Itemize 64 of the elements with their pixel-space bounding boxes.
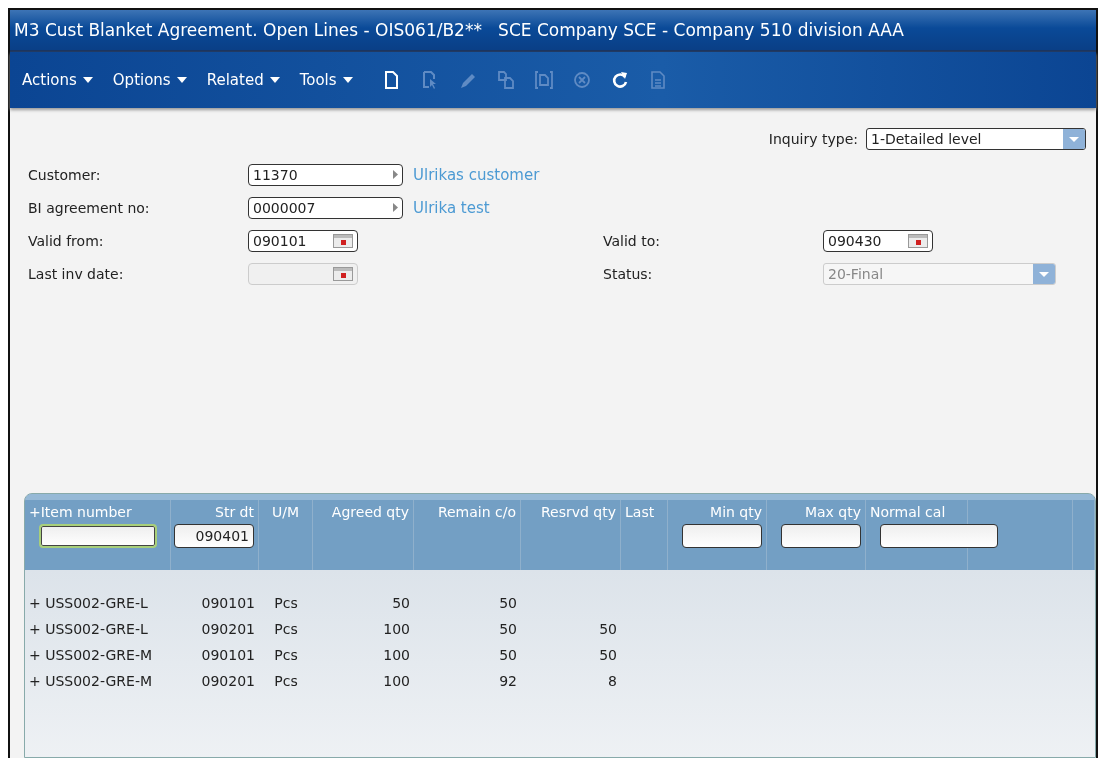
- table-cell: + USS002-GRE-L: [29, 621, 148, 637]
- table-cell: 100: [383, 621, 410, 637]
- menu-button[interactable]: Tools: [293, 67, 359, 93]
- table-cell: + USS002-GRE-M: [29, 673, 153, 689]
- table-cell: 100: [383, 673, 410, 689]
- menu-button[interactable]: Actions: [16, 67, 99, 93]
- input-field[interactable]: 11370: [248, 163, 403, 186]
- column-header[interactable]: Max qty: [804, 504, 861, 520]
- filter-field[interactable]: [682, 524, 762, 548]
- field-label: BI agreement no:: [28, 199, 151, 216]
- date-field[interactable]: 090430: [823, 229, 933, 252]
- table-cell: 50: [499, 647, 517, 663]
- table-cell: 090101: [201, 595, 255, 611]
- table-cell: 8: [608, 673, 617, 689]
- table-cell: 92: [499, 673, 517, 689]
- description-link[interactable]: Ulrikas customer: [413, 165, 540, 184]
- field-label: Valid to:: [603, 232, 661, 249]
- table-cell: Pcs: [274, 595, 298, 611]
- table-cell: 090101: [201, 647, 255, 663]
- table-cell: 50: [599, 621, 617, 637]
- triangle-icon: [393, 170, 398, 179]
- caret-icon: [176, 77, 187, 83]
- table-cell: 50: [599, 647, 617, 663]
- column-header[interactable]: +Item number: [29, 504, 132, 520]
- table-cell: 50: [499, 595, 517, 611]
- filter-field[interactable]: [781, 524, 861, 548]
- table-cell: + USS002-GRE-L: [29, 595, 148, 611]
- description-link[interactable]: Ulrika test: [413, 198, 490, 217]
- table-cell: Pcs: [274, 673, 298, 689]
- table-cell: 50: [499, 621, 517, 637]
- triangle-icon: [393, 203, 398, 212]
- column-header[interactable]: Normal cal: [870, 504, 946, 520]
- column-header[interactable]: U/M: [271, 504, 299, 520]
- table-cell: 50: [392, 595, 410, 611]
- caret-icon: [342, 77, 353, 83]
- field-label: Last inv date:: [28, 265, 125, 282]
- field-label: Status:: [603, 265, 654, 282]
- table-cell: 090201: [201, 621, 255, 637]
- menu-button[interactable]: Options: [106, 67, 193, 93]
- column-header[interactable]: Min qty: [710, 504, 762, 520]
- column-header[interactable]: Str dt: [215, 504, 254, 520]
- column-header[interactable]: Agreed qty: [331, 504, 409, 520]
- date-field[interactable]: 090101: [248, 229, 358, 252]
- table-cell: 100: [383, 647, 410, 663]
- column-header[interactable]: Resrvd qty: [540, 504, 616, 520]
- calendar-icon[interactable]: [333, 233, 353, 248]
- caret-icon: [269, 77, 280, 83]
- table-cell: 090201: [201, 673, 255, 689]
- calendar-icon[interactable]: [908, 233, 928, 248]
- table-cell: + USS002-GRE-M: [29, 647, 153, 663]
- window-title: M3 Cust Blanket Agreement. Open Lines - OIS061/B2** SCE Company SCE - Company 510 division AAA: [14, 20, 904, 40]
- field-label: Customer:: [28, 166, 102, 183]
- filter-field[interactable]: 090401: [174, 524, 254, 548]
- column-header[interactable]: Remain c/o: [437, 504, 516, 520]
- input-field[interactable]: 0000007: [248, 196, 403, 219]
- menu-button[interactable]: Related: [200, 67, 286, 93]
- field-label: Valid from:: [28, 232, 105, 249]
- inquiry-type-dropdown[interactable]: 1-Detailed level: [866, 128, 1086, 150]
- filter-field[interactable]: [880, 524, 998, 548]
- column-header[interactable]: Last: [625, 504, 655, 520]
- caret-icon: [82, 77, 93, 83]
- field-label: Inquiry type:: [768, 131, 858, 147]
- table-cell: Pcs: [274, 621, 298, 637]
- table-cell: Pcs: [274, 647, 298, 663]
